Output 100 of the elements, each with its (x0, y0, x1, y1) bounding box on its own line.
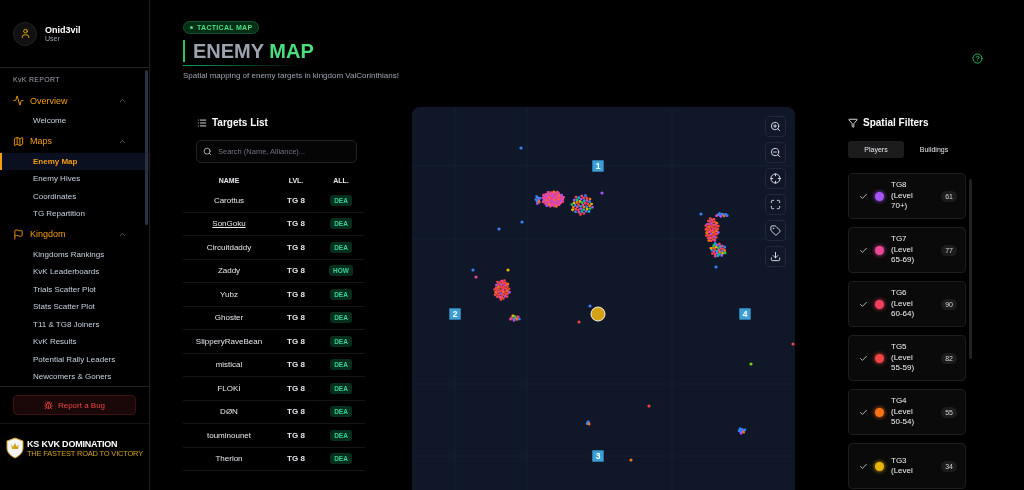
player-dot (520, 220, 524, 224)
nav-group[interactable]: Overview (0, 89, 149, 112)
nav-item[interactable]: Enemy Hives (0, 170, 149, 188)
player-dot (497, 227, 501, 231)
fullscreen-icon (770, 199, 781, 210)
nav-item[interactable]: KvK Leaderboards (0, 263, 149, 281)
user-icon (19, 28, 31, 39)
zoom-out-button[interactable] (765, 142, 786, 163)
logo-title: KS KVK DOMINATION (27, 438, 119, 449)
table-cell-text: TG 8 (286, 266, 306, 276)
player-cluster (509, 314, 521, 322)
table-cell-text: Yubz (219, 289, 239, 299)
recenter-button[interactable] (765, 168, 786, 189)
player-cluster (737, 427, 747, 435)
player-dot (749, 362, 753, 366)
download-button[interactable] (765, 246, 786, 267)
player-cluster (493, 279, 511, 301)
download-icon (770, 251, 781, 262)
table-cell-text: TG 8 (286, 242, 306, 252)
table-cell-text: DØN (219, 407, 239, 417)
table-cell-text: Therion (214, 454, 244, 464)
nav-item[interactable]: Trials Scatter Plot (0, 280, 149, 298)
filter-label: TG6 (Level 60-64) (891, 288, 916, 320)
table-cell-text: TG 8 (286, 360, 306, 370)
zone-marker: 2 (448, 307, 462, 321)
nav-item[interactable]: T11 & TG8 Joiners (0, 315, 149, 333)
zone-marker: 4 (738, 307, 752, 321)
check-icon (859, 461, 868, 471)
nav-item[interactable]: Coordinates (0, 187, 149, 205)
table-cell-text: TG 8 (286, 430, 306, 440)
table-cell-text: TG 8 (286, 219, 306, 229)
nav-item[interactable]: Welcome (0, 112, 149, 130)
page-subtitle: Spatial mapping of enemy targets in kingdom VaiCorinthians! (183, 71, 400, 80)
nav-item[interactable]: Newcomers & Goners (0, 368, 149, 386)
check-icon (859, 245, 868, 255)
player-dot (506, 268, 510, 272)
nav-group[interactable]: Kingdom (0, 222, 149, 246)
table-cell-text: Carottus (212, 195, 246, 205)
table-cell-text: FLOKİ (216, 383, 242, 393)
nav-item[interactable]: Potential Rally Leaders (0, 350, 149, 368)
table-cell-text: TG 8 (286, 383, 306, 393)
nav-item[interactable]: Kingdoms Rankings (0, 245, 149, 263)
fullscreen-button[interactable] (765, 194, 786, 215)
player-dot (629, 458, 633, 462)
zoom-in-icon (770, 121, 781, 132)
shield-logo-icon (6, 437, 24, 459)
filter-label: TG3 (Level (891, 455, 914, 477)
zone-marker: 3 (591, 449, 605, 463)
nav-item[interactable]: KvK Results (0, 333, 149, 351)
player-dot (699, 212, 703, 216)
kingdom-marker (590, 306, 606, 322)
zoom-out-icon (770, 147, 781, 158)
player-cluster (570, 194, 594, 216)
table-cell-text: SlipperyRaveBean (194, 336, 264, 346)
labels-button[interactable] (765, 220, 786, 241)
page-title: ENEMY MAP (183, 40, 314, 62)
nav-item[interactable]: TG Repartition (0, 205, 149, 223)
table-cell-text: TG 8 (286, 195, 306, 205)
map-icon (13, 135, 24, 147)
table-cell-text: Circuitdaddy (205, 242, 253, 252)
filter-label: TG7 (Level 65-69) (891, 234, 916, 266)
filter-label: TG4 (Level 50-54) (891, 396, 916, 428)
player-dot (519, 146, 523, 150)
crosshair-icon (770, 173, 781, 184)
bug-icon (43, 400, 53, 410)
panel-title: Spatial Filters (863, 117, 929, 128)
report-bug-button[interactable]: Report a Bug (13, 395, 136, 415)
player-cluster (585, 420, 591, 426)
table-cell-text: Zaddy (216, 266, 242, 276)
search-icon (203, 147, 212, 156)
player-dot (791, 342, 795, 346)
check-icon (859, 191, 868, 201)
tag-icon (770, 225, 781, 236)
table-cell-text: TG 8 (286, 454, 306, 464)
chevron-icon (118, 96, 127, 105)
table-cell-text: TG 8 (286, 289, 306, 299)
user-name: Onid3vil (45, 25, 81, 35)
help-icon[interactable] (972, 53, 983, 64)
nav-group[interactable]: Maps (0, 129, 149, 153)
nav-item[interactable]: Enemy Map (0, 152, 149, 170)
check-icon (859, 353, 868, 363)
player-dot (714, 265, 718, 269)
table-cell-text: SonGoku (211, 219, 247, 229)
zoom-in-button[interactable] (765, 116, 786, 137)
table-cell-text: mistical (214, 360, 244, 370)
table-cell-text: TG 8 (286, 407, 306, 417)
filter-label: TG5 (Level 55-59) (891, 342, 916, 374)
pulse-icon (13, 95, 24, 106)
zone-marker: 1 (591, 159, 605, 173)
table-cell-text: touminounet (206, 430, 252, 440)
player-dot (600, 191, 604, 195)
player-dot (577, 320, 581, 324)
panel-title: Targets List (212, 117, 268, 128)
table-cell-text: TG 8 (286, 313, 306, 323)
nav-item[interactable]: Stats Scatter Plot (0, 298, 149, 316)
player-dot (647, 404, 651, 408)
filter-icon (848, 117, 858, 128)
table-cell-text: TG 8 (286, 336, 306, 346)
list-icon (197, 117, 207, 128)
check-icon (859, 407, 868, 417)
